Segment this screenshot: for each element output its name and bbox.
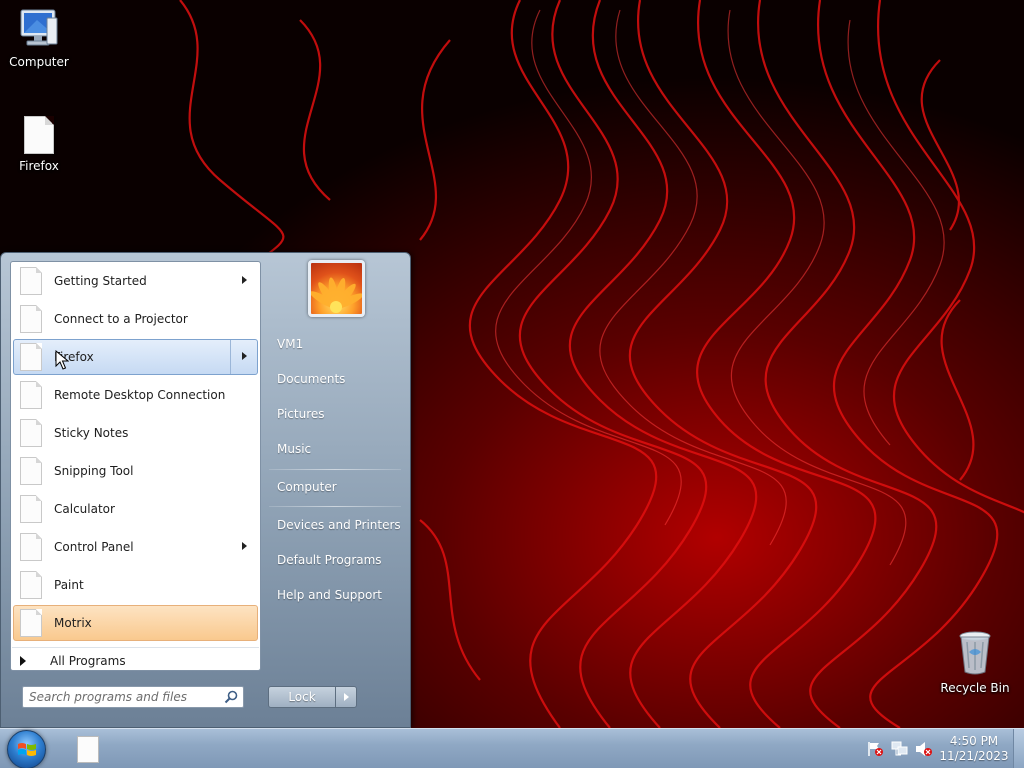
right-link-devices-and-printers[interactable]: Devices and Printers [269,511,403,539]
program-item-motrix[interactable]: Motrix [13,605,258,641]
right-link-pictures[interactable]: Pictures [269,400,403,428]
program-item-label: Getting Started [54,274,147,288]
programs-panel: Getting Started Connect to a Projector F… [10,261,261,671]
search-icon[interactable] [224,690,238,704]
menu-separator [269,469,401,470]
windows-logo-icon [18,743,36,756]
program-item-label: Paint [54,578,84,592]
submenu-divider [230,340,231,374]
program-item-remote-desktop-connection[interactable]: Remote Desktop Connection [13,377,258,413]
right-link-label: Documents [277,372,346,386]
menu-separator [269,506,401,507]
start-menu: Getting Started Connect to a Projector F… [0,252,411,728]
search-box[interactable] [22,686,244,708]
clock[interactable]: 4:50 PM 11/21/2023 [938,734,1010,764]
document-icon [20,533,42,561]
document-icon [24,116,54,154]
right-link-music[interactable]: Music [269,435,403,463]
all-programs-button[interactable]: All Programs [12,647,259,673]
document-icon [20,495,42,523]
search-input[interactable] [29,690,219,704]
submenu-arrow-icon[interactable] [242,276,247,284]
document-icon [20,267,42,295]
program-item-label: Sticky Notes [54,426,129,440]
program-item-label: Remote Desktop Connection [54,388,226,402]
submenu-arrow-icon[interactable] [242,542,247,550]
user-name-link[interactable]: VM1 [269,330,403,358]
desktop-icon-computer[interactable]: Computer [1,8,77,69]
all-programs-label: All Programs [50,653,126,668]
program-item-connect-to-projector[interactable]: Connect to a Projector [13,301,258,337]
submenu-arrow-icon[interactable] [242,352,247,360]
user-picture[interactable] [308,260,365,317]
desktop-icon-firefox[interactable]: Firefox [1,116,77,173]
program-item-label: Snipping Tool [54,464,134,478]
right-link-label: Pictures [277,407,325,421]
desktop-icon-recycle-bin[interactable]: Recycle Bin [937,630,1013,695]
taskbar-pinned-app[interactable] [68,731,108,767]
desktop-icon-label: Firefox [19,159,59,173]
start-button[interactable] [7,730,46,768]
clock-time: 4:50 PM [949,734,999,748]
mouse-cursor-icon [55,350,69,370]
computer-icon [17,8,61,50]
recycle-bin-icon [955,630,995,676]
right-link-label: Music [277,442,312,456]
document-icon [20,457,42,485]
program-item-label: Calculator [54,502,115,516]
taskbar: 4:50 PM 11/21/2023 [0,728,1024,768]
desktop-icon-label: Recycle Bin [940,681,1010,695]
right-link-label: Devices and Printers [277,518,401,532]
program-item-label: Connect to a Projector [54,312,188,326]
right-link-default-programs[interactable]: Default Programs [269,546,403,574]
right-link-label: Help and Support [277,588,382,602]
program-item-firefox[interactable]: Firefox [13,339,258,375]
document-icon [20,343,42,371]
program-item-sticky-notes[interactable]: Sticky Notes [13,415,258,451]
document-icon [20,609,42,637]
program-item-snipping-tool[interactable]: Snipping Tool [13,453,258,489]
right-link-documents[interactable]: Documents [269,365,403,393]
document-icon [20,381,42,409]
document-icon [20,419,42,447]
document-icon [20,305,42,333]
volume-muted-icon[interactable] [915,741,933,757]
action-center-flag-icon[interactable] [866,741,884,757]
flower-picture [311,277,362,313]
document-icon [77,735,99,763]
network-icon[interactable] [891,741,909,757]
program-item-control-panel[interactable]: Control Panel [13,529,258,565]
right-link-label: Default Programs [277,553,382,567]
right-link-label: Computer [277,480,337,494]
program-item-paint[interactable]: Paint [13,567,258,603]
right-link-computer[interactable]: Computer [269,473,403,501]
program-item-calculator[interactable]: Calculator [13,491,258,527]
program-item-label: Control Panel [54,540,134,554]
program-item-getting-started[interactable]: Getting Started [13,263,258,299]
shutdown-options-arrow-button[interactable] [335,686,357,708]
desktop-icon-label: Computer [9,55,69,69]
program-item-label: Motrix [54,616,92,630]
user-name-label: VM1 [277,337,304,351]
clock-date: 11/21/2023 [939,749,1009,763]
lock-button[interactable]: Lock [268,686,336,708]
document-icon [20,571,42,599]
right-link-help-and-support[interactable]: Help and Support [269,581,403,609]
show-desktop-button[interactable] [1013,729,1024,768]
expand-arrow-icon [20,656,26,666]
